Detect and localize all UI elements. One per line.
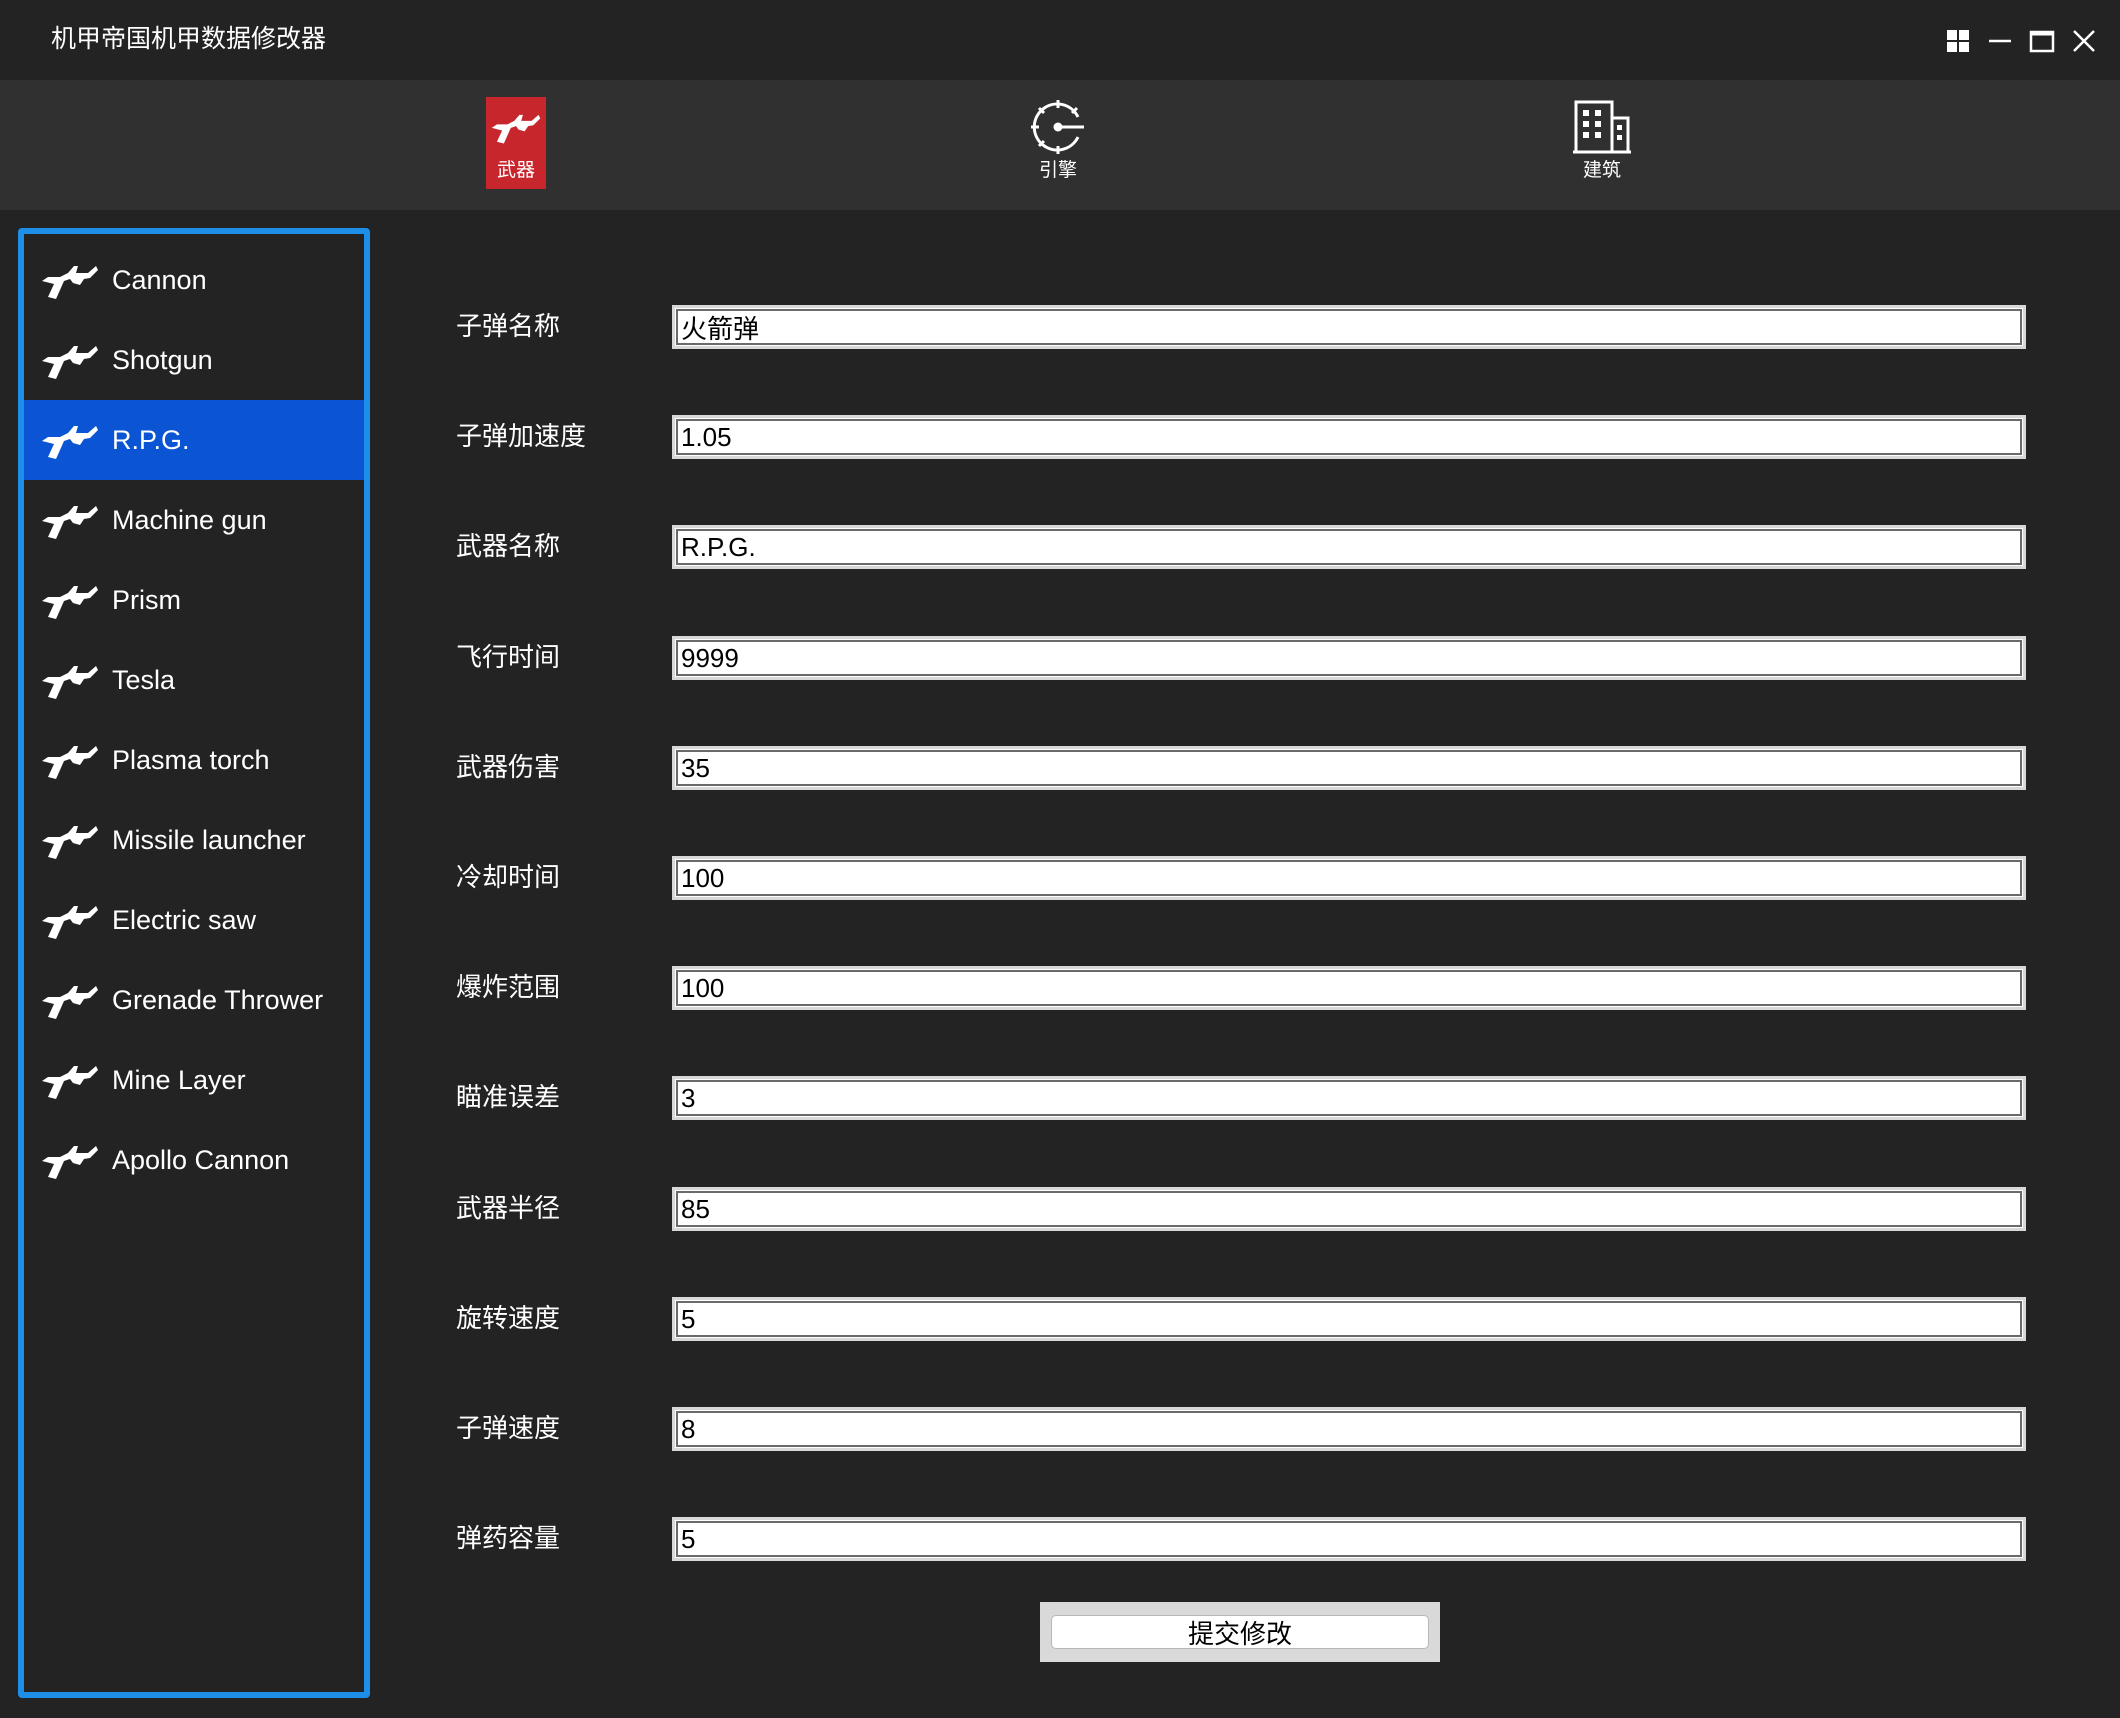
close-icon[interactable]: [2068, 20, 2100, 62]
tab-weapons-label: 武器: [496, 159, 535, 181]
tab-engines[interactable]: 引擎: [1028, 97, 1088, 189]
form-row: 瞄准误差: [456, 1076, 2026, 1120]
weapon-item-label: Apollo Cannon: [112, 1144, 290, 1175]
field-input[interactable]: [672, 1076, 2026, 1120]
app-title: 机甲帝国机甲数据修改器: [51, 24, 327, 53]
field-input[interactable]: [672, 856, 2026, 900]
field-input[interactable]: [672, 1517, 2026, 1561]
weapon-item-label: Tesla: [112, 664, 176, 695]
maximize-icon[interactable]: [2026, 20, 2058, 62]
weapon-item-label: Cannon: [112, 264, 207, 295]
form-row: 飞行时间: [456, 636, 2026, 680]
field-input[interactable]: [672, 525, 2026, 569]
field-label: 武器名称: [456, 532, 561, 562]
rifle-icon: [40, 738, 100, 782]
form-row: 旋转速度: [456, 1297, 2026, 1341]
weapon-item-label: R.P.G.: [112, 424, 190, 455]
form-row: 子弹名称: [456, 305, 2026, 349]
field-label: 武器半径: [456, 1194, 561, 1224]
engine-icon: [1028, 97, 1088, 157]
window-controls: [1942, 20, 2100, 62]
rifle-icon: [40, 1138, 100, 1182]
tab-buildings[interactable]: 建筑: [1572, 97, 1632, 189]
weapon-item[interactable]: Shotgun: [24, 320, 364, 400]
submit-button[interactable]: 提交修改: [1051, 1615, 1429, 1650]
field-input[interactable]: [672, 746, 2026, 790]
building-icon: [1572, 97, 1632, 157]
tab-buildings-label: 建筑: [1582, 159, 1621, 181]
rifle-icon: [40, 1058, 100, 1102]
rifle-icon: [486, 97, 546, 157]
form-row: 武器名称: [456, 525, 2026, 569]
weapon-list: Cannon Shotgun R.P.G. Machine gun Prism Tesla…: [18, 228, 370, 1698]
field-label: 子弹加速度: [456, 422, 587, 452]
rifle-icon: [40, 898, 100, 942]
weapon-item[interactable]: Grenade Thrower: [24, 960, 364, 1040]
form-row: 武器伤害: [456, 746, 2026, 790]
tab-weapons[interactable]: 武器: [486, 97, 546, 189]
field-label: 飞行时间: [456, 643, 561, 673]
rifle-icon: [40, 978, 100, 1022]
form-row: 冷却时间: [456, 856, 2026, 900]
form-row: 子弹速度: [456, 1407, 2026, 1451]
field-input[interactable]: [672, 305, 2026, 349]
weapon-item-label: Machine gun: [112, 504, 267, 535]
field-input[interactable]: [672, 636, 2026, 680]
weapon-item[interactable]: Plasma torch: [24, 720, 364, 800]
weapon-item-label: Grenade Thrower: [112, 984, 324, 1015]
field-label: 弹药容量: [456, 1524, 561, 1554]
weapon-item-label: Mine Layer: [112, 1064, 246, 1095]
rifle-icon: [40, 338, 100, 382]
form-row: 子弹加速度: [456, 415, 2026, 459]
weapon-item-label: Missile launcher: [112, 824, 306, 855]
form-row: 武器半径: [456, 1187, 2026, 1231]
top-navigation: 武器 引擎 建筑: [0, 80, 2120, 210]
weapon-item[interactable]: Machine gun: [24, 480, 364, 560]
tab-engines-label: 引擎: [1038, 159, 1077, 181]
field-label: 子弹速度: [456, 1414, 561, 1444]
field-label: 子弹名称: [456, 312, 561, 342]
title-bar: 机甲帝国机甲数据修改器: [0, 0, 2120, 80]
field-input[interactable]: [672, 1407, 2026, 1451]
field-label: 冷却时间: [456, 863, 561, 893]
rifle-icon: [40, 818, 100, 862]
weapon-item[interactable]: Mine Layer: [24, 1040, 364, 1120]
weapon-item[interactable]: R.P.G.: [24, 400, 364, 480]
weapon-item[interactable]: Electric saw: [24, 880, 364, 960]
rifle-icon: [40, 498, 100, 542]
field-input[interactable]: [672, 415, 2026, 459]
weapon-item[interactable]: Prism: [24, 560, 364, 640]
field-label: 爆炸范围: [456, 973, 561, 1003]
weapon-item[interactable]: Cannon: [24, 240, 364, 320]
rifle-icon: [40, 578, 100, 622]
weapon-item[interactable]: Apollo Cannon: [24, 1120, 364, 1200]
weapon-item-label: Prism: [112, 584, 181, 615]
field-label: 武器伤害: [456, 753, 561, 783]
rifle-icon: [40, 418, 100, 462]
submit-panel: 提交修改: [1040, 1602, 1440, 1662]
grid-icon[interactable]: [1942, 20, 1974, 62]
field-input[interactable]: [672, 966, 2026, 1010]
field-input[interactable]: [672, 1187, 2026, 1231]
form-row: 爆炸范围: [456, 966, 2026, 1010]
weapon-item[interactable]: Tesla: [24, 640, 364, 720]
weapon-item-label: Shotgun: [112, 344, 213, 375]
field-label: 瞄准误差: [456, 1083, 561, 1113]
form-row: 弹药容量: [456, 1517, 2026, 1561]
rifle-icon: [40, 658, 100, 702]
weapon-item-label: Plasma torch: [112, 744, 270, 775]
field-label: 旋转速度: [456, 1304, 561, 1334]
rifle-icon: [40, 258, 100, 302]
minimize-icon[interactable]: [1984, 20, 2016, 62]
weapon-item-label: Electric saw: [112, 904, 257, 935]
weapon-item[interactable]: Missile launcher: [24, 800, 364, 880]
field-input[interactable]: [672, 1297, 2026, 1341]
